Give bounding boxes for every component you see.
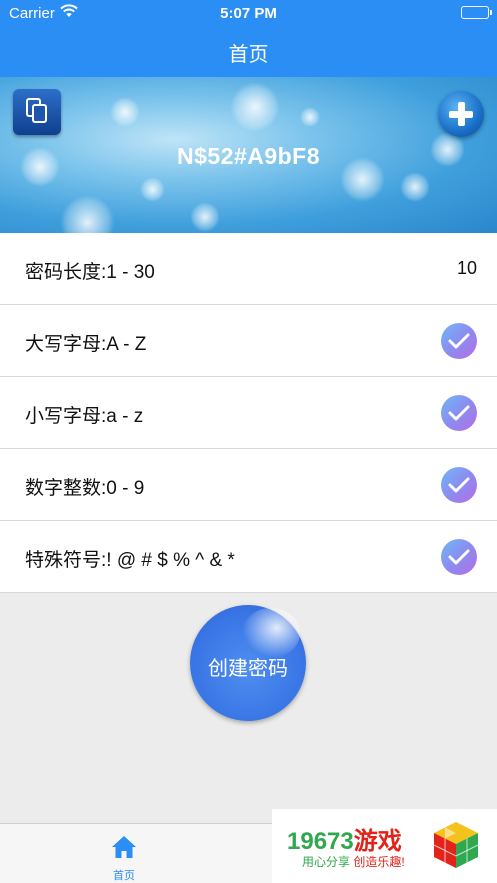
home-icon	[112, 836, 136, 858]
copy-icon	[26, 98, 47, 123]
password-banner: N$52#A9bF8	[0, 77, 497, 233]
digits-row[interactable]: 数字整数:0 - 9	[0, 449, 497, 521]
top-bar: Carrier 5:07 PM 首页	[0, 0, 497, 77]
uppercase-row[interactable]: 大写字母:A - Z	[0, 305, 497, 377]
status-bar: Carrier 5:07 PM	[0, 0, 497, 26]
length-row[interactable]: 密码长度:1 - 30 10	[0, 233, 497, 305]
checkmark-icon	[448, 333, 470, 349]
lowercase-row[interactable]: 小写字母:a - z	[0, 377, 497, 449]
symbols-checkbox[interactable]	[441, 539, 477, 575]
lowercase-checkbox[interactable]	[441, 395, 477, 431]
checkmark-icon	[448, 477, 470, 493]
digits-checkbox[interactable]	[441, 467, 477, 503]
watermark-slogan: 用心分享 创造乐趣!	[302, 855, 405, 869]
copy-button[interactable]	[13, 89, 61, 135]
status-time: 5:07 PM	[220, 5, 277, 22]
uppercase-label: 大写字母:A - Z	[25, 334, 147, 355]
watermark-brand: 19673游戏	[287, 828, 402, 855]
lowercase-label: 小写字母:a - z	[25, 406, 144, 427]
length-value[interactable]: 10	[457, 258, 477, 279]
length-label: 密码长度:1 - 30	[25, 262, 155, 283]
create-password-label: 创建密码	[208, 658, 288, 680]
battery-icon	[461, 6, 492, 19]
add-button[interactable]	[438, 91, 484, 137]
checkmark-icon	[448, 405, 470, 421]
tab-home[interactable]: 首页	[94, 832, 154, 882]
digits-label: 数字整数:0 - 9	[25, 478, 145, 499]
symbols-label: 特殊符号:! @ # $ % ^ & *	[25, 550, 235, 571]
settings-list: 密码长度:1 - 30 10 大写字母:A - Z 小写字母:a - z 数字整…	[0, 233, 497, 593]
checkmark-icon	[448, 549, 470, 565]
tab-home-label: 首页	[113, 870, 135, 882]
page-title: 首页	[228, 44, 269, 66]
uppercase-checkbox[interactable]	[441, 323, 477, 359]
symbols-row[interactable]: 特殊符号:! @ # $ % ^ & *	[0, 521, 497, 593]
cube-logo-icon	[433, 822, 479, 868]
watermark-banner: 19673游戏 用心分享 创造乐趣!	[272, 809, 497, 883]
create-password-button[interactable]: 创建密码	[190, 605, 306, 721]
generated-password: N$52#A9bF8	[176, 143, 321, 169]
